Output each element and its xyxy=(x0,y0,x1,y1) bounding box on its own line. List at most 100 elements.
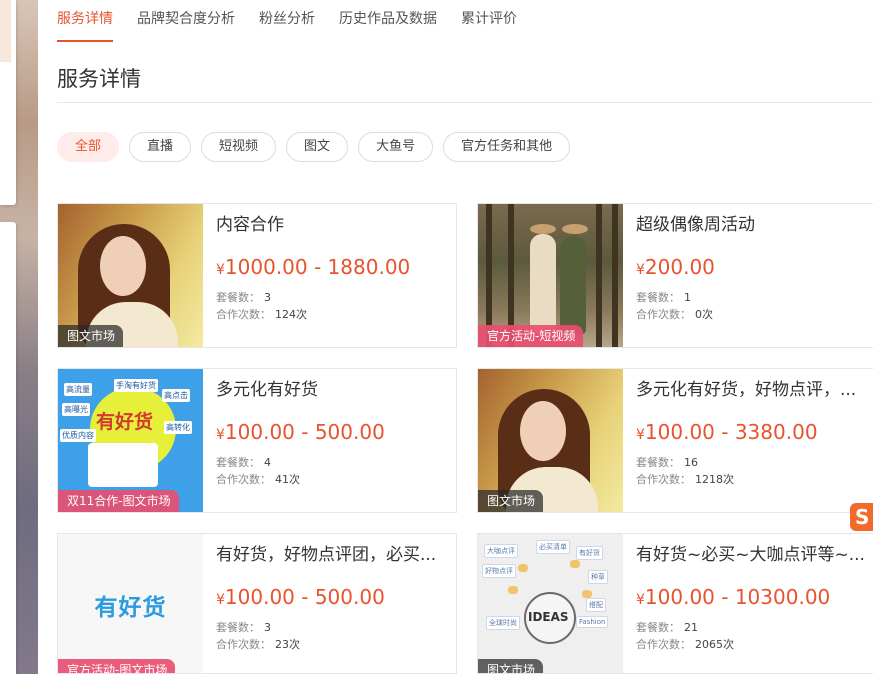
side-panel-accent xyxy=(0,0,11,62)
card-tag: 图文市场 xyxy=(478,490,544,512)
filter-image-text[interactable]: 图文 xyxy=(286,132,349,162)
poster-label: 高转化 xyxy=(164,421,192,434)
tab-history[interactable]: 历史作品及数据 xyxy=(339,0,437,42)
poster-headline: 有好货 xyxy=(96,411,154,433)
currency-symbol: ¥ xyxy=(216,262,225,278)
ideas-label: Fashion xyxy=(576,616,609,628)
collabs-label: 合作次数： xyxy=(636,308,691,321)
card-image: IDEAS 大咖点评 必买清单 有好货 好物点评 种草 全球时尚 搭配 Fash… xyxy=(478,534,623,673)
paper-flake xyxy=(582,590,592,598)
service-card[interactable]: 有好货 官方活动-图文市场 有好货，好物点评团，必买... ¥100.00 - … xyxy=(57,533,457,674)
service-card[interactable]: 图文市场 内容合作 ¥1000.00 - 1880.00 套餐数： 3 合作次数：… xyxy=(57,203,457,348)
card-tag: 官方活动-短视频 xyxy=(478,325,584,347)
paper-flake xyxy=(508,586,518,594)
filter-short-video[interactable]: 短视频 xyxy=(201,132,277,162)
sogou-logo-icon[interactable]: S xyxy=(850,503,873,531)
hat-shape xyxy=(562,224,588,234)
poster-label: 高流量 xyxy=(64,383,92,396)
filter-dayu[interactable]: 大鱼号 xyxy=(358,132,434,162)
card-image: 官方活动-短视频 xyxy=(478,204,623,347)
card-packages: 套餐数： 16 xyxy=(636,454,873,471)
card-packages: 套餐数： 3 xyxy=(216,619,454,636)
card-title: 超级偶像周活动 xyxy=(636,215,755,235)
card-tag: 图文市场 xyxy=(478,659,544,673)
side-panel-top xyxy=(0,0,16,205)
collabs-value: 0次 xyxy=(695,308,713,321)
youhaohuo-logo: 有好货 xyxy=(94,595,167,621)
collabs-value: 23次 xyxy=(275,638,300,651)
packages-label: 套餐数： xyxy=(216,291,260,304)
price-range: 100.00 - 500.00 xyxy=(224,420,385,444)
card-tag: 官方活动-图文市场 xyxy=(58,659,176,673)
card-price: ¥100.00 - 3380.00 xyxy=(636,419,873,448)
card-collabs: 合作次数： 41次 xyxy=(216,471,454,488)
service-card[interactable]: 有好货 高流量 手淘有好货 高点击 高曝光 高转化 优质内容 双11合作-图文市… xyxy=(57,368,457,513)
card-title: 多元化有好货 xyxy=(216,380,318,400)
tab-fans[interactable]: 粉丝分析 xyxy=(259,0,315,42)
filter-all[interactable]: 全部 xyxy=(57,132,120,162)
packages-value: 1 xyxy=(684,291,691,304)
tab-brand-fit[interactable]: 品牌契合度分析 xyxy=(137,0,235,42)
collabs-value: 124次 xyxy=(275,308,307,321)
ideas-label: 种草 xyxy=(588,570,608,584)
tab-service-details[interactable]: 服务详情 xyxy=(57,0,113,42)
collabs-label: 合作次数： xyxy=(216,473,271,486)
paper-flake xyxy=(518,564,528,572)
packages-value: 4 xyxy=(264,456,271,469)
currency-symbol: ¥ xyxy=(636,262,645,278)
card-image: 有好货 官方活动-图文市场 xyxy=(58,534,203,673)
card-title: 多元化有好货，好物点评，... xyxy=(636,380,857,400)
price-range: 200.00 xyxy=(644,255,715,279)
filter-official-tasks[interactable]: 官方任务和其他 xyxy=(443,132,571,162)
packages-value: 3 xyxy=(264,291,271,304)
price-range: 100.00 - 3380.00 xyxy=(644,420,818,444)
card-packages: 套餐数： 3 xyxy=(216,289,454,306)
section-title: 服务详情 xyxy=(57,67,141,91)
divider xyxy=(57,102,873,103)
ideas-label: 必买清单 xyxy=(536,540,570,554)
card-packages: 套餐数： 4 xyxy=(216,454,454,471)
currency-symbol: ¥ xyxy=(216,427,225,443)
currency-symbol: ¥ xyxy=(216,592,225,608)
collabs-label: 合作次数： xyxy=(636,638,691,651)
price-range: 1000.00 - 1880.00 xyxy=(224,255,411,279)
card-image: 有好货 高流量 手淘有好货 高点击 高曝光 高转化 优质内容 双11合作-图文市… xyxy=(58,369,203,512)
card-title: 有好货~必买~大咖点评等~... xyxy=(636,545,865,565)
tab-reviews[interactable]: 累计评价 xyxy=(461,0,517,42)
card-price: ¥100.00 - 10300.00 xyxy=(636,584,873,613)
card-packages: 套餐数： 21 xyxy=(636,619,873,636)
card-title: 有好货，好物点评团，必买... xyxy=(216,545,437,565)
card-collabs: 合作次数： 23次 xyxy=(216,636,454,653)
service-card[interactable]: 官方活动-短视频 超级偶像周活动 ¥200.00 套餐数： 1 合作次数： 0次 xyxy=(477,203,873,348)
card-price: ¥100.00 - 500.00 xyxy=(216,419,454,448)
card-tag: 双11合作-图文市场 xyxy=(58,490,179,512)
card-collabs: 合作次数： 0次 xyxy=(636,306,873,323)
ideas-label: 有好货 xyxy=(576,546,603,560)
collabs-label: 合作次数： xyxy=(636,473,691,486)
collabs-value: 2065次 xyxy=(695,638,734,651)
card-price: ¥1000.00 - 1880.00 xyxy=(216,254,454,283)
ideas-label: 全球时尚 xyxy=(486,616,520,630)
filter-chips: 全部 直播 短视频 图文 大鱼号 官方任务和其他 xyxy=(57,132,580,162)
ideas-label: 好物点评 xyxy=(482,564,516,578)
paper-flake xyxy=(570,560,580,568)
currency-symbol: ¥ xyxy=(636,592,645,608)
currency-symbol: ¥ xyxy=(636,427,645,443)
ideas-label: 搭配 xyxy=(586,598,606,612)
poster-label: 高点击 xyxy=(162,389,190,402)
service-card[interactable]: IDEAS 大咖点评 必买清单 有好货 好物点评 种草 全球时尚 搭配 Fash… xyxy=(477,533,873,674)
packages-value: 3 xyxy=(264,621,271,634)
ideas-label: 大咖点评 xyxy=(484,544,518,558)
filter-live[interactable]: 直播 xyxy=(129,132,192,162)
card-image: 图文市场 xyxy=(478,369,623,512)
detail-tabs: 服务详情 品牌契合度分析 粉丝分析 历史作品及数据 累计评价 xyxy=(57,0,541,42)
service-card[interactable]: 图文市场 多元化有好货，好物点评，... ¥100.00 - 3380.00 套… xyxy=(477,368,873,513)
poster-label: 手淘有好货 xyxy=(114,379,158,392)
card-tag: 图文市场 xyxy=(58,325,124,347)
ideas-word: IDEAS xyxy=(528,610,569,624)
poster-label: 优质内容 xyxy=(60,429,96,442)
card-price: ¥100.00 - 500.00 xyxy=(216,584,454,613)
portrait-face xyxy=(520,401,566,461)
collabs-value: 1218次 xyxy=(695,473,734,486)
collabs-label: 合作次数： xyxy=(216,638,271,651)
